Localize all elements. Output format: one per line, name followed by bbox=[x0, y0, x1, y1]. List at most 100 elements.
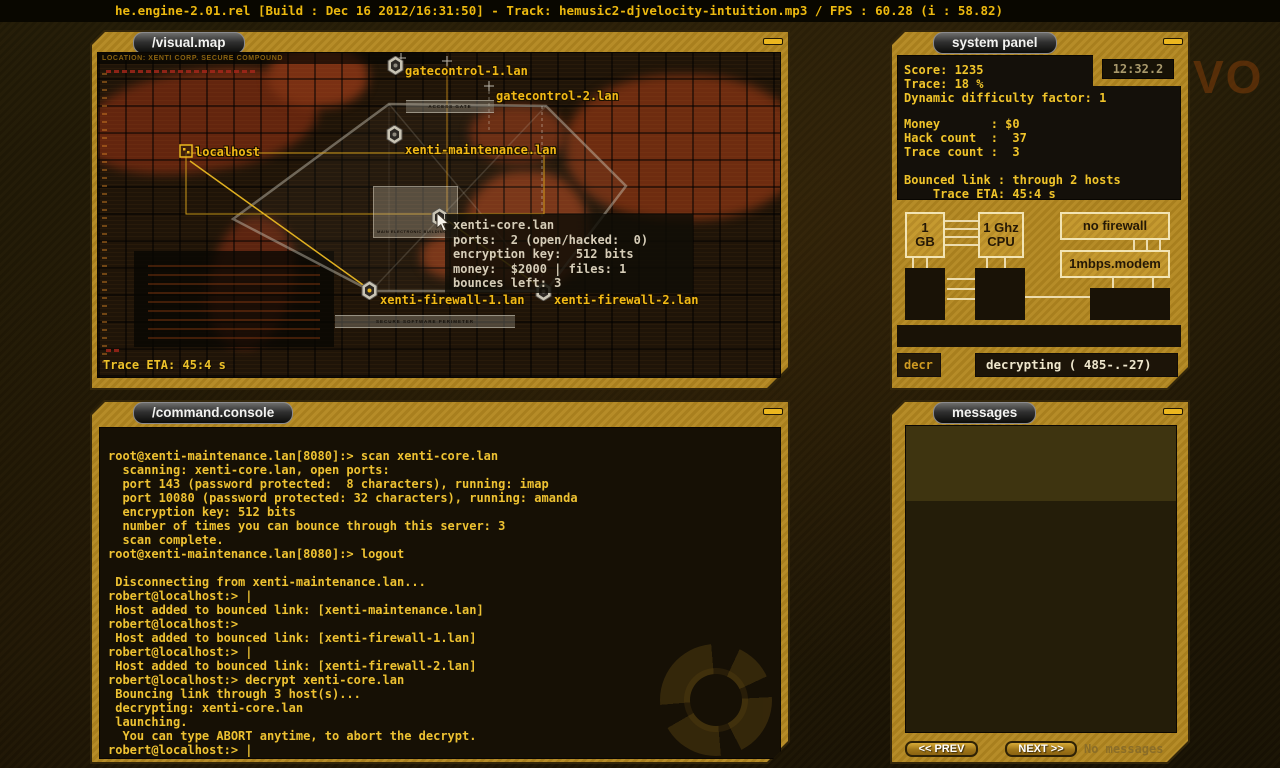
circuit-wire bbox=[1025, 296, 1090, 298]
circuit-wire bbox=[1159, 240, 1161, 250]
process-status: decrypting ( 485-.-27) bbox=[975, 353, 1178, 377]
console-output[interactable]: root@xenti-maintenance.lan[8080]:> scan … bbox=[99, 427, 781, 759]
engine-title-bar: he.engine-2.01.rel [Build : Dec 16 2012/… bbox=[0, 0, 1280, 22]
prev-message-button[interactable]: << PREV bbox=[905, 741, 978, 757]
console-line: scanning: xenti-core.lan, open ports: bbox=[108, 463, 390, 477]
stats-money-block: Money : $0 Hack count : 37 Trace count : 3 bbox=[904, 118, 1027, 159]
circuit-wire bbox=[926, 258, 928, 268]
console-line: robert@localhost:> | bbox=[108, 743, 253, 757]
circuit-wire bbox=[1146, 240, 1148, 250]
host-label-gatecontrol-1[interactable]: gatecontrol-1.lan bbox=[405, 64, 528, 78]
command-console-tab[interactable]: /command.console bbox=[133, 402, 293, 424]
host-label-gatecontrol-2[interactable]: gatecontrol-2.lan bbox=[496, 89, 619, 103]
world-map[interactable]: LOCATION: XENTI CORP. SECURE COMPOUND AC… bbox=[97, 52, 781, 378]
host-label-xenti-firewall-2[interactable]: xenti-firewall-2.lan bbox=[554, 293, 699, 307]
messages-tab[interactable]: messages bbox=[933, 402, 1036, 424]
console-line: You can type ABORT anytime, to abort the… bbox=[108, 729, 477, 743]
console-line: robert@localhost:> | bbox=[108, 589, 253, 603]
circuit-wire bbox=[912, 258, 914, 268]
console-line: launching. bbox=[108, 715, 188, 729]
next-message-button[interactable]: NEXT >> bbox=[1005, 741, 1077, 757]
visual-map-panel: /visual.map LOCATION: XENTI CORP. SECURE… bbox=[90, 30, 790, 390]
console-line: decrypting: xenti-core.lan bbox=[108, 701, 304, 715]
tooltip-lines: ports: 2 (open/hacked: 0) encryption key:… bbox=[453, 233, 685, 291]
game-clock: 12:32.2 bbox=[1102, 59, 1174, 79]
circuit-wire bbox=[1152, 278, 1154, 288]
map-zone-bar: ACCESS GATE bbox=[406, 100, 494, 113]
host-label-xenti-firewall-1[interactable]: xenti-firewall-1.lan bbox=[380, 293, 525, 307]
ram-box: 1 GB bbox=[905, 212, 945, 258]
circuit-wire bbox=[947, 278, 975, 280]
cpu-chip bbox=[975, 268, 1025, 320]
mouse-cursor bbox=[436, 213, 450, 233]
host-tooltip: xenti-core.lan ports: 2 (open/hacked: 0)… bbox=[445, 214, 693, 293]
minimize-button[interactable] bbox=[1163, 408, 1183, 415]
console-line: Host added to bounced link: [xenti-firew… bbox=[108, 631, 477, 645]
console-line: robert@localhost:> | bbox=[108, 645, 253, 659]
console-line: port 143 (password protected: 8 characte… bbox=[108, 477, 549, 491]
system-panel: system panel Score: 1235 Trace: 18 % Dynam… bbox=[890, 30, 1190, 390]
io-chip bbox=[1090, 288, 1170, 320]
circuit-wire bbox=[945, 244, 978, 246]
cpu-box: 1 Ghz CPU bbox=[978, 212, 1024, 258]
stat-line: Score: 1235 bbox=[904, 63, 984, 77]
localhost-icon[interactable] bbox=[179, 144, 193, 158]
circuit-wire bbox=[945, 228, 978, 230]
tooltip-line: ports: 2 (open/hacked: 0) bbox=[453, 232, 649, 247]
minimize-button[interactable] bbox=[763, 38, 783, 45]
console-line: Host added to bounced link: [xenti-maint… bbox=[108, 603, 484, 617]
host-label-localhost[interactable]: localhost bbox=[195, 145, 260, 159]
tooltip-host-name: xenti-core.lan bbox=[453, 218, 555, 232]
stat-line: Trace count : 3 bbox=[904, 144, 1020, 159]
minimize-button[interactable] bbox=[763, 408, 783, 415]
host-node-icon[interactable] bbox=[386, 125, 403, 144]
game-screen: VO he.engine-2.01.rel [Build : Dec 16 20… bbox=[0, 0, 1280, 768]
stats-bounce-block: Bounced link : through 2 hosts Trace ETA… bbox=[904, 174, 1121, 202]
stat-line: Dynamic difficulty factor: 1 bbox=[904, 90, 1107, 105]
circuit-wire bbox=[947, 288, 975, 290]
circuit-wire bbox=[986, 258, 988, 268]
stat-line: Hack count : 37 bbox=[904, 130, 1027, 145]
stat-line: Bounced link : through 2 hosts bbox=[904, 173, 1121, 187]
circuit-wire bbox=[945, 236, 978, 238]
console-line: port 10080 (password protected: 32 chara… bbox=[108, 491, 578, 505]
minimize-button[interactable] bbox=[1163, 38, 1183, 45]
messages-panel: messages << PREV NEXT >> No messages bbox=[890, 400, 1190, 764]
messages-list[interactable] bbox=[905, 425, 1177, 733]
console-line: Disconnecting from xenti-maintenance.lan… bbox=[108, 575, 426, 589]
console-line: encryption key: 512 bits bbox=[108, 505, 296, 519]
console-line: Host added to bounced link: [xenti-firew… bbox=[108, 659, 477, 673]
tooltip-line: money: $2000 | files: 1 bbox=[453, 261, 627, 276]
stat-line: Trace ETA: 45:4 s bbox=[904, 186, 1056, 201]
map-trace-eta: Trace ETA: 45:4 s bbox=[103, 358, 226, 372]
console-line: number of times you can bounce through t… bbox=[108, 519, 506, 533]
messages-empty-text: No messages bbox=[1084, 742, 1164, 756]
hardware-divider-bar bbox=[897, 325, 1181, 347]
circuit-wire bbox=[947, 298, 975, 300]
stat-line: Money : $0 bbox=[904, 117, 1020, 131]
circuit-wire bbox=[1004, 258, 1006, 268]
command-console-panel: /command.console root@xenti-maintenance.… bbox=[90, 400, 790, 764]
console-line: root@xenti-maintenance.lan[8080]:> logou… bbox=[108, 547, 405, 561]
circuit-wire bbox=[1112, 278, 1114, 288]
host-node-icon[interactable] bbox=[361, 281, 378, 300]
circuit-wire bbox=[945, 220, 978, 222]
console-line: robert@localhost:> decrypt xenti-core.la… bbox=[108, 673, 405, 687]
clock-tab: 12:32.2 bbox=[1093, 52, 1181, 86]
background-wordmark: VO bbox=[1193, 51, 1264, 103]
stats-score-block: Score: 1235 Trace: 18 % Dynamic difficulty… bbox=[904, 64, 1106, 105]
map-zone-bar: SECURE SOFTWARE PERIMETER bbox=[335, 315, 515, 328]
visual-map-tab[interactable]: /visual.map bbox=[133, 32, 245, 54]
process-label: decr bbox=[897, 353, 941, 377]
console-line: robert@localhost:> bbox=[108, 617, 239, 631]
ram-chip bbox=[905, 268, 945, 320]
host-label-xenti-maintenance[interactable]: xenti-maintenance.lan bbox=[405, 143, 557, 157]
stat-line: Trace: 18 % bbox=[904, 76, 984, 91]
firewall-box: no firewall bbox=[1060, 212, 1170, 240]
host-node-icon[interactable] bbox=[387, 56, 404, 75]
console-lines: root@xenti-maintenance.lan[8080]:> scan … bbox=[108, 449, 776, 757]
system-panel-tab[interactable]: system panel bbox=[933, 32, 1057, 54]
tooltip-line: encryption key: 512 bits bbox=[453, 247, 634, 261]
console-line: root@xenti-maintenance.lan[8080]:> scan … bbox=[108, 449, 499, 463]
